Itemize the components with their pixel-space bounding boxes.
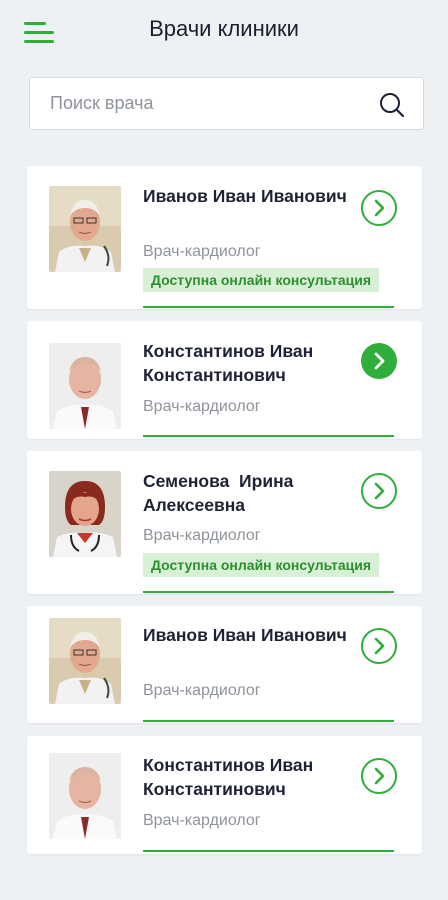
chevron-right-icon[interactable]	[360, 627, 398, 665]
search-bar	[29, 77, 424, 130]
doctor-name: Семенова Ирина Алексеевна	[143, 471, 299, 515]
chevron-right-icon[interactable]	[360, 189, 398, 227]
online-consultation-badge: Доступна онлайн консультация	[143, 553, 380, 577]
doctor-photo	[49, 618, 121, 704]
doctor-photo	[49, 753, 121, 839]
card-underline	[143, 591, 394, 593]
card-underline	[143, 435, 394, 437]
search-input[interactable]	[30, 78, 360, 129]
doctor-card[interactable]: Иванов Иван Иванович Врач-кардиолог	[27, 606, 422, 723]
doctor-specialty: Врач-кардиолог	[143, 682, 261, 699]
doctor-card[interactable]: Константинов Иван Константинович Врач-ка…	[27, 736, 422, 854]
doctor-specialty: Врач-кардиолог	[143, 527, 261, 544]
card-underline	[143, 720, 394, 722]
doctor-photo	[49, 343, 121, 429]
doctor-card[interactable]: Константинов Иван Константинович Врач-ка…	[27, 321, 422, 439]
doctor-specialty: Врач-кардиолог	[143, 812, 261, 829]
doctor-photo	[49, 186, 121, 272]
doctor-name: Иванов Иван Иванович	[143, 186, 347, 206]
doctor-name: Константинов Иван Константинович	[143, 341, 314, 385]
app-header: Врачи клиники	[0, 0, 448, 64]
online-consultation-badge: Доступна онлайн консультация	[143, 268, 380, 292]
chevron-right-icon[interactable]	[360, 342, 398, 380]
chevron-right-icon[interactable]	[360, 757, 398, 795]
doctor-card[interactable]: Иванов Иван Иванович Врач-кардиолог Дост…	[27, 166, 422, 309]
card-underline	[143, 306, 394, 308]
search-icon[interactable]	[378, 91, 406, 119]
page-title: Врачи клиники	[149, 16, 299, 41]
doctor-name: Константинов Иван Константинович	[143, 755, 314, 799]
card-underline	[143, 850, 394, 852]
chevron-right-icon[interactable]	[360, 472, 398, 510]
doctor-name: Иванов Иван Иванович	[143, 625, 347, 645]
doctor-specialty: Врач-кардиолог	[143, 398, 261, 415]
doctor-specialty: Врач-кардиолог	[143, 243, 261, 260]
doctor-card[interactable]: Семенова Ирина Алексеевна Врач-кардиолог…	[27, 451, 422, 594]
doctor-photo	[49, 471, 121, 557]
